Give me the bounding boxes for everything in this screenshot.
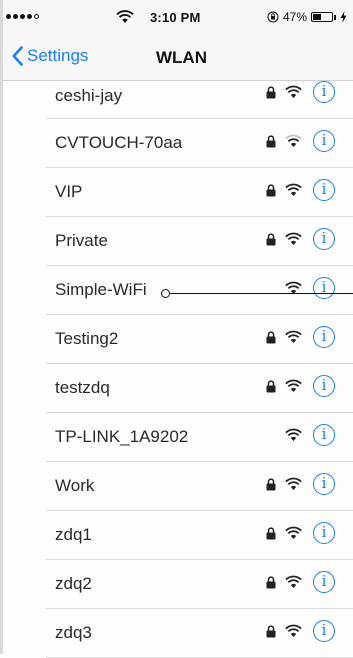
status-time: 3:10 PM [150, 10, 201, 25]
wifi-network-row[interactable]: zdq3 i [0, 609, 353, 658]
info-button[interactable]: i [313, 179, 335, 201]
wifi-network-row[interactable]: TP-LINK_1A9202 i [0, 413, 353, 462]
status-right-cluster: 47% [267, 10, 347, 24]
wifi-network-name: Work [55, 476, 95, 495]
wifi-signal-icon [285, 232, 302, 245]
wifi-network-name: CVTOUCH-70aa [55, 133, 183, 152]
info-button[interactable]: i [313, 130, 335, 152]
wifi-network-name: Testing2 [55, 329, 119, 348]
wifi-network-name: Private [55, 231, 108, 250]
lock-icon [266, 135, 276, 148]
wifi-network-name: zdq3 [55, 623, 92, 642]
wifi-signal-icon [285, 624, 302, 637]
info-button[interactable]: i [313, 571, 335, 593]
wifi-network-name: zdq2 [55, 574, 92, 593]
info-button[interactable]: i [313, 228, 335, 250]
wifi-network-name: VIP [55, 182, 83, 201]
info-button[interactable]: i [313, 424, 335, 446]
back-button[interactable]: Settings [12, 46, 88, 66]
battery-nub [334, 14, 336, 20]
cellular-signal-icon [6, 14, 39, 19]
wifi-signal-icon [285, 134, 302, 147]
chevron-left-icon [12, 46, 23, 66]
page-title: WLAN [156, 48, 207, 67]
navigation-bar: Settings WLAN [0, 36, 353, 81]
wifi-network-list: ceshi-jay i CVTOUCH-70aa i VIP i Private i Simpl… [0, 70, 353, 658]
callout-marker [161, 289, 170, 298]
wifi-signal-icon [285, 85, 302, 98]
info-button[interactable]: i [313, 620, 335, 642]
lock-icon [266, 625, 276, 638]
info-button[interactable]: i [313, 375, 335, 397]
lock-icon [266, 331, 276, 344]
wifi-network-name: ceshi-jay [55, 86, 123, 105]
wifi-signal-icon [285, 428, 302, 441]
back-button-label: Settings [27, 46, 89, 65]
wifi-network-name: zdq1 [55, 525, 92, 544]
lock-icon [266, 527, 276, 540]
wifi-network-row[interactable]: zdq1 i [0, 511, 353, 560]
info-button[interactable]: i [313, 277, 335, 299]
info-button[interactable]: i [313, 81, 335, 103]
wifi-network-row[interactable]: zdq2 i [0, 560, 353, 609]
battery-icon [311, 12, 333, 22]
wifi-network-name: TP-LINK_1A9202 [55, 427, 189, 446]
wifi-network-row[interactable]: testzdq i [0, 364, 353, 413]
rotation-lock-icon [267, 11, 279, 23]
wifi-signal-icon [285, 183, 302, 196]
wifi-signal-icon [285, 477, 302, 490]
wifi-signal-icon [285, 379, 302, 392]
lock-icon [266, 86, 276, 99]
charging-bolt-icon [340, 11, 347, 23]
wifi-network-row[interactable]: Testing2 i [0, 315, 353, 364]
info-button[interactable]: i [313, 473, 335, 495]
info-button[interactable]: i [313, 522, 335, 544]
callout-line [167, 293, 353, 294]
wifi-icon [116, 10, 134, 23]
wifi-signal-icon [285, 575, 302, 588]
wifi-network-row[interactable]: Simple-WiFi i [0, 266, 353, 315]
wifi-network-name: testzdq [55, 378, 110, 397]
wifi-signal-icon [285, 526, 302, 539]
left-edge [0, 0, 3, 654]
wifi-network-row[interactable]: Work i [0, 462, 353, 511]
wifi-network-name: Simple-WiFi [55, 280, 147, 299]
lock-icon [266, 233, 276, 246]
lock-icon [266, 184, 276, 197]
battery-percent: 47% [282, 10, 307, 24]
status-bar: 3:10 PM 47% [0, 0, 353, 36]
wifi-network-row[interactable]: Private i [0, 217, 353, 266]
wifi-network-row[interactable]: CVTOUCH-70aa i [0, 119, 353, 168]
info-button[interactable]: i [313, 326, 335, 348]
lock-icon [266, 576, 276, 589]
wifi-signal-icon [285, 330, 302, 343]
lock-icon [266, 380, 276, 393]
wifi-network-row[interactable]: VIP i [0, 168, 353, 217]
lock-icon [266, 478, 276, 491]
wlan-settings-screen: 3:10 PM 47% ceshi-jay i CVTOUCH-70aa i VIP i P… [0, 0, 353, 658]
